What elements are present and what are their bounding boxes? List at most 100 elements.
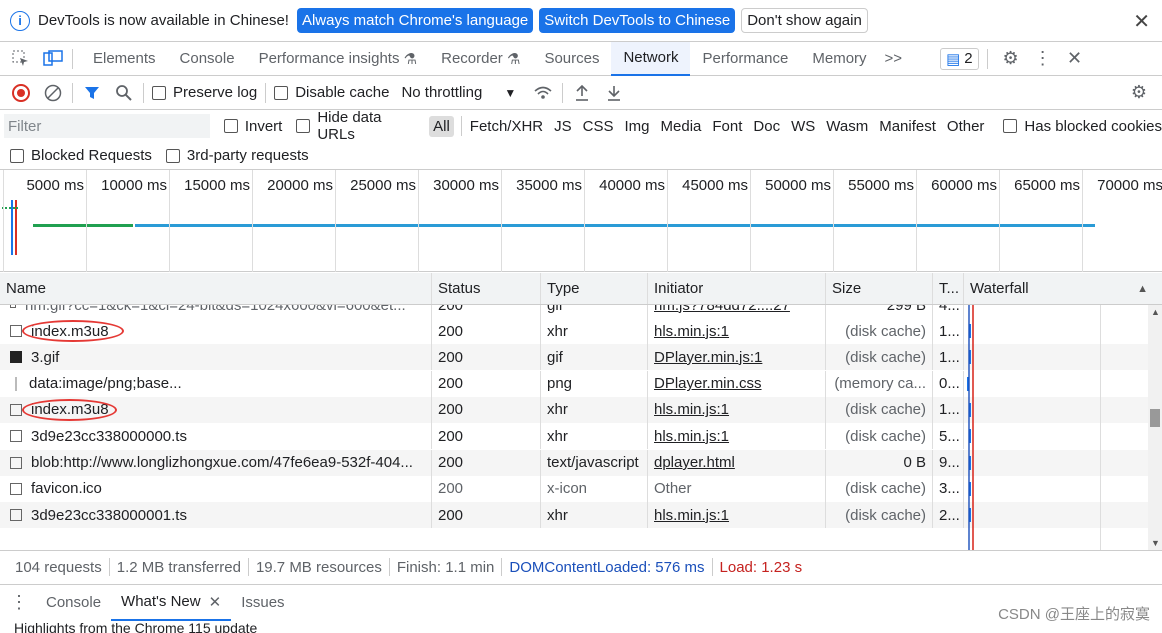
settings-gear-icon[interactable]: ⚙ bbox=[1000, 48, 1022, 70]
close-devtools-icon[interactable]: ✕ bbox=[1064, 48, 1086, 70]
checkbox-box[interactable] bbox=[1003, 119, 1018, 133]
record-stop-icon[interactable] bbox=[10, 82, 32, 104]
request-initiator[interactable]: dplayer.html bbox=[647, 449, 825, 476]
filter-icon[interactable] bbox=[81, 82, 103, 104]
more-options-icon[interactable]: ⋮ bbox=[1032, 48, 1054, 70]
request-initiator[interactable]: hls.min.js:1 bbox=[647, 423, 825, 450]
drawer-tab-whats-new[interactable]: What's New ✕ bbox=[111, 585, 232, 621]
tab-performance[interactable]: Performance bbox=[690, 42, 800, 76]
table-row[interactable]: blob:http://www.longlizhongxue.com/47fe6… bbox=[0, 449, 1148, 476]
request-initiator[interactable]: hm.js?784dd72...:27 bbox=[647, 305, 825, 318]
import-har-icon[interactable] bbox=[571, 82, 593, 104]
request-initiator[interactable]: Other bbox=[647, 475, 825, 502]
initiator-link[interactable]: hls.min.js:1 bbox=[654, 323, 729, 340]
column-header-name[interactable]: Name bbox=[0, 273, 431, 304]
column-header-initiator[interactable]: Initiator bbox=[647, 273, 825, 304]
filter-input[interactable]: Filter bbox=[4, 114, 210, 138]
request-initiator[interactable]: hls.min.js:1 bbox=[647, 502, 825, 529]
switch-to-chinese-button[interactable]: Switch DevTools to Chinese bbox=[539, 8, 736, 33]
inspect-element-icon[interactable] bbox=[10, 48, 32, 70]
filter-type-doc[interactable]: Doc bbox=[749, 116, 784, 137]
table-row[interactable]: 3.gif 200 gif DPlayer.min.js:1 (disk cache) 1… bbox=[0, 344, 1148, 371]
table-row[interactable]: 3d9e23cc338000000.ts 200 xhr hls.min.js:1 (d… bbox=[0, 423, 1148, 450]
initiator-link[interactable]: DPlayer.min.css bbox=[654, 375, 762, 392]
disable-cache-checkbox[interactable]: Disable cache bbox=[274, 84, 389, 101]
search-icon[interactable] bbox=[113, 82, 135, 104]
throttling-select[interactable]: No throttling ▼ bbox=[401, 84, 516, 101]
more-tabs-button[interactable]: >> bbox=[879, 42, 909, 76]
filter-type-other[interactable]: Other bbox=[943, 116, 989, 137]
preserve-log-checkbox[interactable]: Preserve log bbox=[152, 84, 257, 101]
hide-data-urls-checkbox[interactable]: Hide data URLs bbox=[296, 109, 423, 143]
drawer-tab-console[interactable]: Console bbox=[36, 585, 111, 621]
dont-show-again-button[interactable]: Don't show again bbox=[741, 8, 868, 33]
request-initiator[interactable]: hls.min.js:1 bbox=[647, 396, 825, 423]
tab-network[interactable]: Network bbox=[611, 41, 691, 76]
close-tab-icon[interactable]: ✕ bbox=[209, 593, 222, 611]
initiator-link[interactable]: hm.js?784dd72...:27 bbox=[654, 305, 790, 314]
request-initiator[interactable]: hls.min.js:1 bbox=[647, 318, 825, 344]
scroll-up-arrow-icon[interactable]: ▲ bbox=[1151, 307, 1160, 317]
tab-memory[interactable]: Memory bbox=[800, 42, 878, 76]
initiator-link[interactable]: DPlayer.min.js:1 bbox=[654, 349, 762, 366]
table-scrollbar[interactable]: ▲ ▼ bbox=[1148, 305, 1162, 550]
filter-type-manifest[interactable]: Manifest bbox=[875, 116, 940, 137]
checkbox-box[interactable] bbox=[296, 119, 311, 133]
column-header-size[interactable]: Size bbox=[825, 273, 932, 304]
initiator-link[interactable]: dplayer.html bbox=[654, 454, 735, 471]
table-row[interactable]: favicon.ico 200 x-icon Other (disk cache) 3..… bbox=[0, 475, 1148, 502]
network-settings-gear-icon[interactable]: ⚙ bbox=[1128, 82, 1150, 104]
filter-type-media[interactable]: Media bbox=[657, 116, 706, 137]
checkbox-box[interactable] bbox=[274, 85, 289, 100]
filter-type-ws[interactable]: WS bbox=[787, 116, 819, 137]
table-row[interactable]: index.m3u8 200 xhr hls.min.js:1 (disk cache)… bbox=[0, 318, 1148, 344]
initiator-link[interactable]: hls.min.js:1 bbox=[654, 507, 729, 524]
invert-checkbox[interactable]: Invert bbox=[223, 118, 282, 135]
timeline-tick-label: 65000 ms bbox=[999, 170, 1082, 272]
network-overview-timeline[interactable]: 5000 ms 10000 ms 15000 ms 20000 ms 25000 ms 3… bbox=[0, 170, 1162, 272]
scroll-down-arrow-icon[interactable]: ▼ bbox=[1151, 538, 1160, 548]
filter-type-img[interactable]: Img bbox=[621, 116, 654, 137]
table-row[interactable]: 3d9e23cc338000001.ts 200 xhr hls.min.js:1 (d… bbox=[0, 502, 1148, 529]
drawer-menu-icon[interactable]: ⋮ bbox=[10, 592, 28, 613]
network-conditions-icon[interactable] bbox=[532, 82, 554, 104]
filter-type-css[interactable]: CSS bbox=[579, 116, 618, 137]
close-icon[interactable]: ✕ bbox=[1133, 9, 1150, 34]
filter-type-all[interactable]: All bbox=[429, 115, 454, 137]
export-har-icon[interactable] bbox=[603, 82, 625, 104]
blocked-requests-checkbox[interactable]: Blocked Requests bbox=[10, 147, 152, 164]
filter-type-wasm[interactable]: Wasm bbox=[822, 116, 872, 137]
drawer-tab-issues[interactable]: Issues bbox=[231, 585, 294, 621]
request-initiator[interactable]: DPlayer.min.css bbox=[647, 370, 825, 397]
request-initiator[interactable]: DPlayer.min.js:1 bbox=[647, 344, 825, 371]
filter-type-font[interactable]: Font bbox=[708, 116, 746, 137]
tab-performance-insights[interactable]: Performance insights ⚗ bbox=[247, 42, 430, 76]
device-toolbar-icon[interactable] bbox=[42, 48, 64, 70]
tab-sources[interactable]: Sources bbox=[532, 42, 611, 76]
issues-counter[interactable]: ▤ 2 bbox=[940, 47, 979, 70]
column-header-status[interactable]: Status bbox=[431, 273, 540, 304]
column-header-time[interactable]: T... bbox=[932, 273, 963, 304]
tab-recorder[interactable]: Recorder ⚗ bbox=[429, 42, 532, 76]
initiator-link[interactable]: hls.min.js:1 bbox=[654, 428, 729, 445]
table-row[interactable]: hm.gif?cc=1&ck=1&cl=24-bit&ds=1024x600&v… bbox=[0, 305, 1148, 318]
checkbox-box[interactable] bbox=[223, 119, 238, 133]
always-match-language-button[interactable]: Always match Chrome's language bbox=[296, 8, 534, 33]
third-party-requests-checkbox[interactable]: 3rd-party requests bbox=[165, 147, 309, 164]
tab-console[interactable]: Console bbox=[168, 42, 247, 76]
checkbox-box[interactable] bbox=[10, 148, 24, 163]
divider bbox=[143, 82, 144, 103]
initiator-link[interactable]: hls.min.js:1 bbox=[654, 401, 729, 418]
tab-elements[interactable]: Elements bbox=[81, 42, 168, 76]
scrollbar-thumb[interactable] bbox=[1150, 409, 1160, 427]
column-header-waterfall[interactable]: Waterfall ▲ bbox=[963, 273, 1162, 304]
has-blocked-cookies-checkbox[interactable]: Has blocked cookies bbox=[1003, 118, 1162, 135]
column-header-type[interactable]: Type bbox=[540, 273, 647, 304]
filter-type-fetch-xhr[interactable]: Fetch/XHR bbox=[466, 116, 547, 137]
table-row[interactable]: data:image/png;base... 200 png DPlayer.min.… bbox=[0, 370, 1148, 397]
filter-type-js[interactable]: JS bbox=[550, 116, 576, 137]
checkbox-box[interactable] bbox=[165, 148, 180, 163]
clear-icon[interactable] bbox=[42, 82, 64, 104]
checkbox-box[interactable] bbox=[152, 85, 166, 100]
table-row[interactable]: index.m3u8 200 xhr hls.min.js:1 (disk cache)… bbox=[0, 396, 1148, 423]
